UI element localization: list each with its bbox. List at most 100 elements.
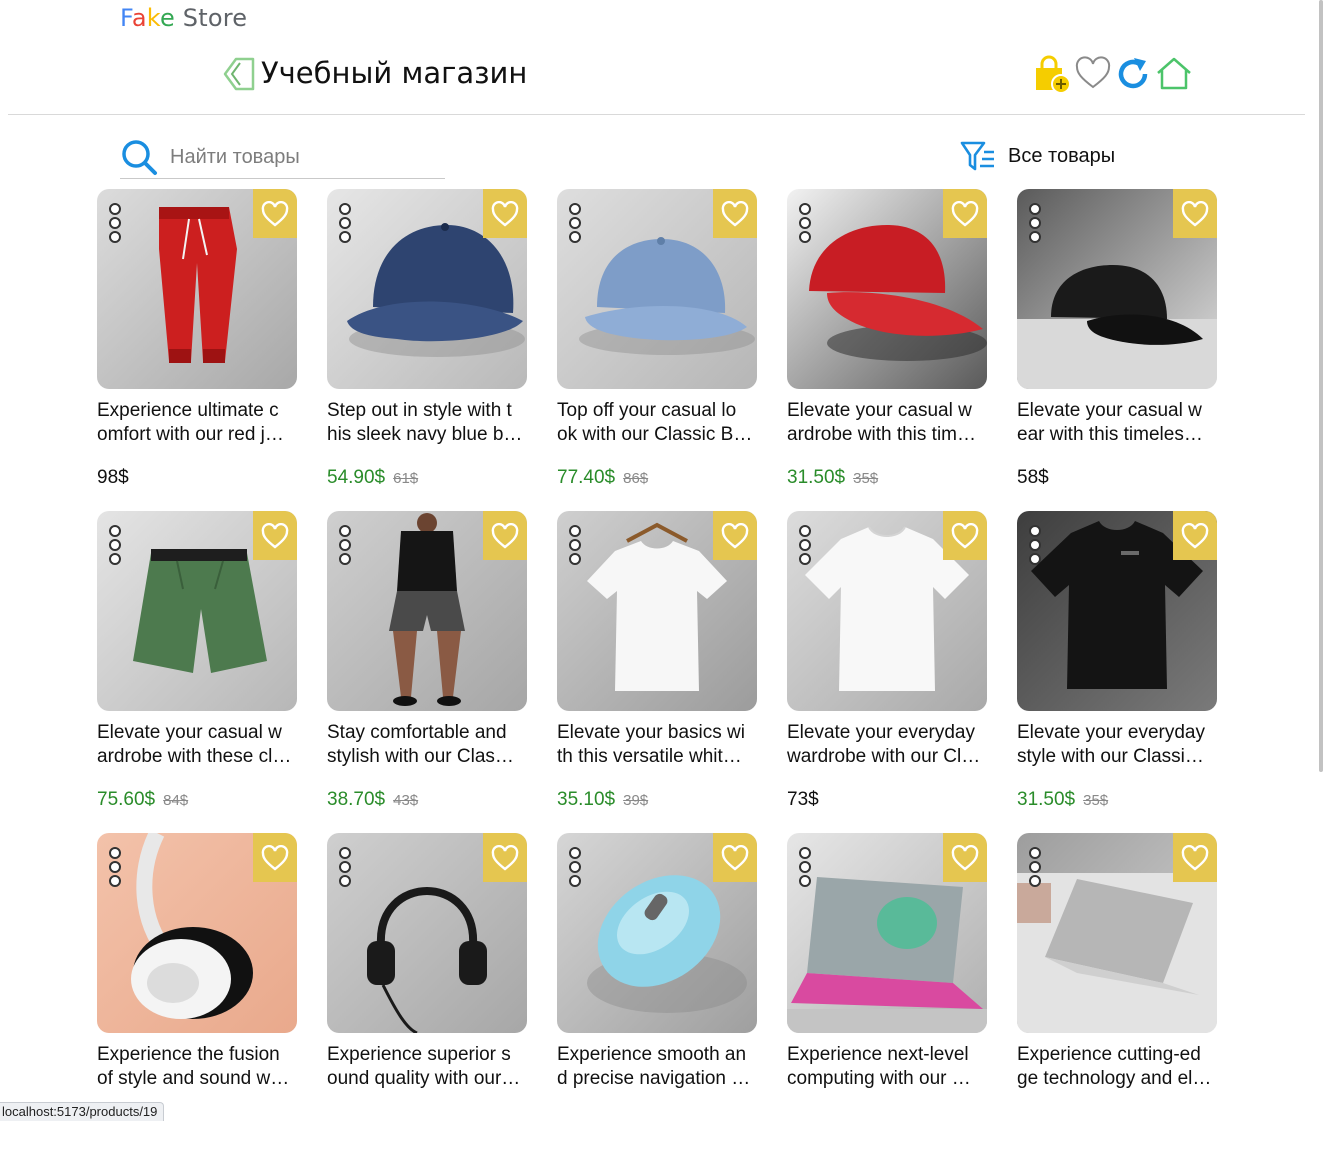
product-description[interactable]: Elevate your everyday style with our Clas… <box>1017 721 1217 769</box>
favorite-button[interactable] <box>1173 511 1217 560</box>
product-image[interactable] <box>787 189 987 389</box>
back-arrow-icon[interactable] <box>222 56 256 92</box>
product-description[interactable]: Experience next-level computing with our … <box>787 1043 987 1091</box>
category-filter[interactable]: Все товары <box>960 138 1115 174</box>
search-icon[interactable] <box>120 138 158 176</box>
product-card[interactable]: Step out in style with t his sleek navy b… <box>327 189 527 511</box>
product-description[interactable]: Elevate your casual w ear with this timel… <box>1017 399 1217 447</box>
product-card[interactable]: Elevate your casual w ardrobe with these … <box>97 511 297 833</box>
filter-list-icon[interactable] <box>960 138 996 174</box>
favorite-button[interactable] <box>253 189 297 238</box>
product-price: 31.50$ <box>787 467 846 488</box>
product-price: 35.10$ <box>557 789 616 810</box>
product-card[interactable]: Experience superior s ound quality with o… <box>327 833 527 1155</box>
more-options-icon[interactable] <box>569 525 583 565</box>
product-description[interactable]: Experience superior s ound quality with o… <box>327 1043 527 1091</box>
home-icon[interactable] <box>1154 54 1194 94</box>
product-description-line: ardrobe with this tim… <box>787 424 977 445</box>
favorite-button[interactable] <box>943 189 987 238</box>
price-row: 54.90$ 61$ <box>327 467 418 489</box>
product-image[interactable] <box>1017 833 1217 1033</box>
favorite-button[interactable] <box>1173 189 1217 238</box>
favorite-button[interactable] <box>943 511 987 560</box>
more-options-icon[interactable] <box>1029 525 1043 565</box>
more-options-icon[interactable] <box>569 203 583 243</box>
product-description[interactable]: Elevate your everyday wardrobe with our C… <box>787 721 987 769</box>
product-card[interactable]: Experience ultimate c omfort with our red… <box>97 189 297 511</box>
product-card[interactable]: Experience next-level computing with our … <box>787 833 987 1155</box>
product-card[interactable]: Elevate your everyday wardrobe with our C… <box>787 511 987 833</box>
product-description[interactable]: Stay comfortable and stylish with our Cla… <box>327 721 527 769</box>
brand-logo[interactable]: Fake Store <box>120 4 247 32</box>
favorite-button[interactable] <box>483 189 527 238</box>
favorite-button[interactable] <box>253 511 297 560</box>
favorite-button[interactable] <box>483 833 527 882</box>
more-options-icon[interactable] <box>1029 203 1043 243</box>
product-image[interactable] <box>1017 511 1217 711</box>
product-description[interactable]: Experience cutting-ed ge technology and e… <box>1017 1043 1217 1091</box>
product-image[interactable] <box>97 189 297 389</box>
product-image[interactable] <box>557 189 757 389</box>
heart-icon <box>721 522 749 549</box>
product-description[interactable]: Elevate your casual w ardrobe with these … <box>97 721 297 769</box>
heart-icon[interactable] <box>1073 54 1113 94</box>
more-options-icon[interactable] <box>569 847 583 887</box>
product-card[interactable]: Experience smooth an d precise navigation… <box>557 833 757 1155</box>
product-image[interactable] <box>787 833 987 1033</box>
favorite-button[interactable] <box>713 511 757 560</box>
favorite-button[interactable] <box>713 189 757 238</box>
product-image[interactable] <box>787 511 987 711</box>
product-description[interactable]: Elevate your basics wi th this versatile … <box>557 721 757 769</box>
product-description[interactable]: Experience the fusion of style and sound … <box>97 1043 297 1091</box>
product-image[interactable] <box>557 511 757 711</box>
more-options-icon[interactable] <box>799 525 813 565</box>
favorite-button[interactable] <box>713 833 757 882</box>
more-options-icon[interactable] <box>109 203 123 243</box>
product-old-price: 35$ <box>853 470 879 487</box>
product-image[interactable] <box>327 189 527 389</box>
product-description-line: Experience next-level <box>787 1044 969 1065</box>
product-image[interactable] <box>97 511 297 711</box>
product-description-line: ear with this timeles… <box>1017 424 1203 445</box>
search-input[interactable] <box>168 142 442 172</box>
price-row: 73$ <box>787 789 819 811</box>
scrollbar[interactable] <box>1319 0 1323 772</box>
product-image[interactable] <box>327 511 527 711</box>
product-card[interactable]: Top off your casual lo ok with our Classi… <box>557 189 757 511</box>
product-description-line: ound quality with our… <box>327 1068 521 1089</box>
more-options-icon[interactable] <box>1029 847 1043 887</box>
product-description-line: Elevate your casual w <box>1017 400 1202 421</box>
favorite-button[interactable] <box>483 511 527 560</box>
more-options-icon[interactable] <box>339 525 353 565</box>
refresh-icon[interactable] <box>1113 54 1153 94</box>
favorite-button[interactable] <box>1173 833 1217 882</box>
product-card[interactable]: Elevate your casual w ear with this timel… <box>1017 189 1217 511</box>
product-image[interactable] <box>97 833 297 1033</box>
price-row: 58$ <box>1017 467 1049 489</box>
favorite-button[interactable] <box>253 833 297 882</box>
shopping-bag-add-icon[interactable] <box>1032 54 1072 94</box>
product-description[interactable]: Experience smooth an d precise navigation… <box>557 1043 757 1091</box>
price-row: 31.50$ 35$ <box>787 467 878 489</box>
product-image[interactable] <box>557 833 757 1033</box>
product-description[interactable]: Step out in style with t his sleek navy b… <box>327 399 527 447</box>
more-options-icon[interactable] <box>109 847 123 887</box>
product-description[interactable]: Elevate your casual w ardrobe with this t… <box>787 399 987 447</box>
product-description[interactable]: Experience ultimate c omfort with our red… <box>97 399 297 447</box>
product-description[interactable]: Top off your casual lo ok with our Classi… <box>557 399 757 447</box>
product-image[interactable] <box>327 833 527 1033</box>
product-image[interactable] <box>1017 189 1217 389</box>
heart-icon <box>261 844 289 871</box>
product-card[interactable]: Elevate your everyday style with our Clas… <box>1017 511 1217 833</box>
more-options-icon[interactable] <box>339 847 353 887</box>
product-card[interactable]: Experience cutting-ed ge technology and e… <box>1017 833 1217 1155</box>
product-card[interactable]: Elevate your basics wi th this versatile … <box>557 511 757 833</box>
more-options-icon[interactable] <box>109 525 123 565</box>
product-description-line: wardrobe with our Cl… <box>787 746 981 767</box>
more-options-icon[interactable] <box>799 847 813 887</box>
more-options-icon[interactable] <box>339 203 353 243</box>
favorite-button[interactable] <box>943 833 987 882</box>
more-options-icon[interactable] <box>799 203 813 243</box>
product-card[interactable]: Elevate your casual w ardrobe with this t… <box>787 189 987 511</box>
product-card[interactable]: Stay comfortable and stylish with our Cla… <box>327 511 527 833</box>
